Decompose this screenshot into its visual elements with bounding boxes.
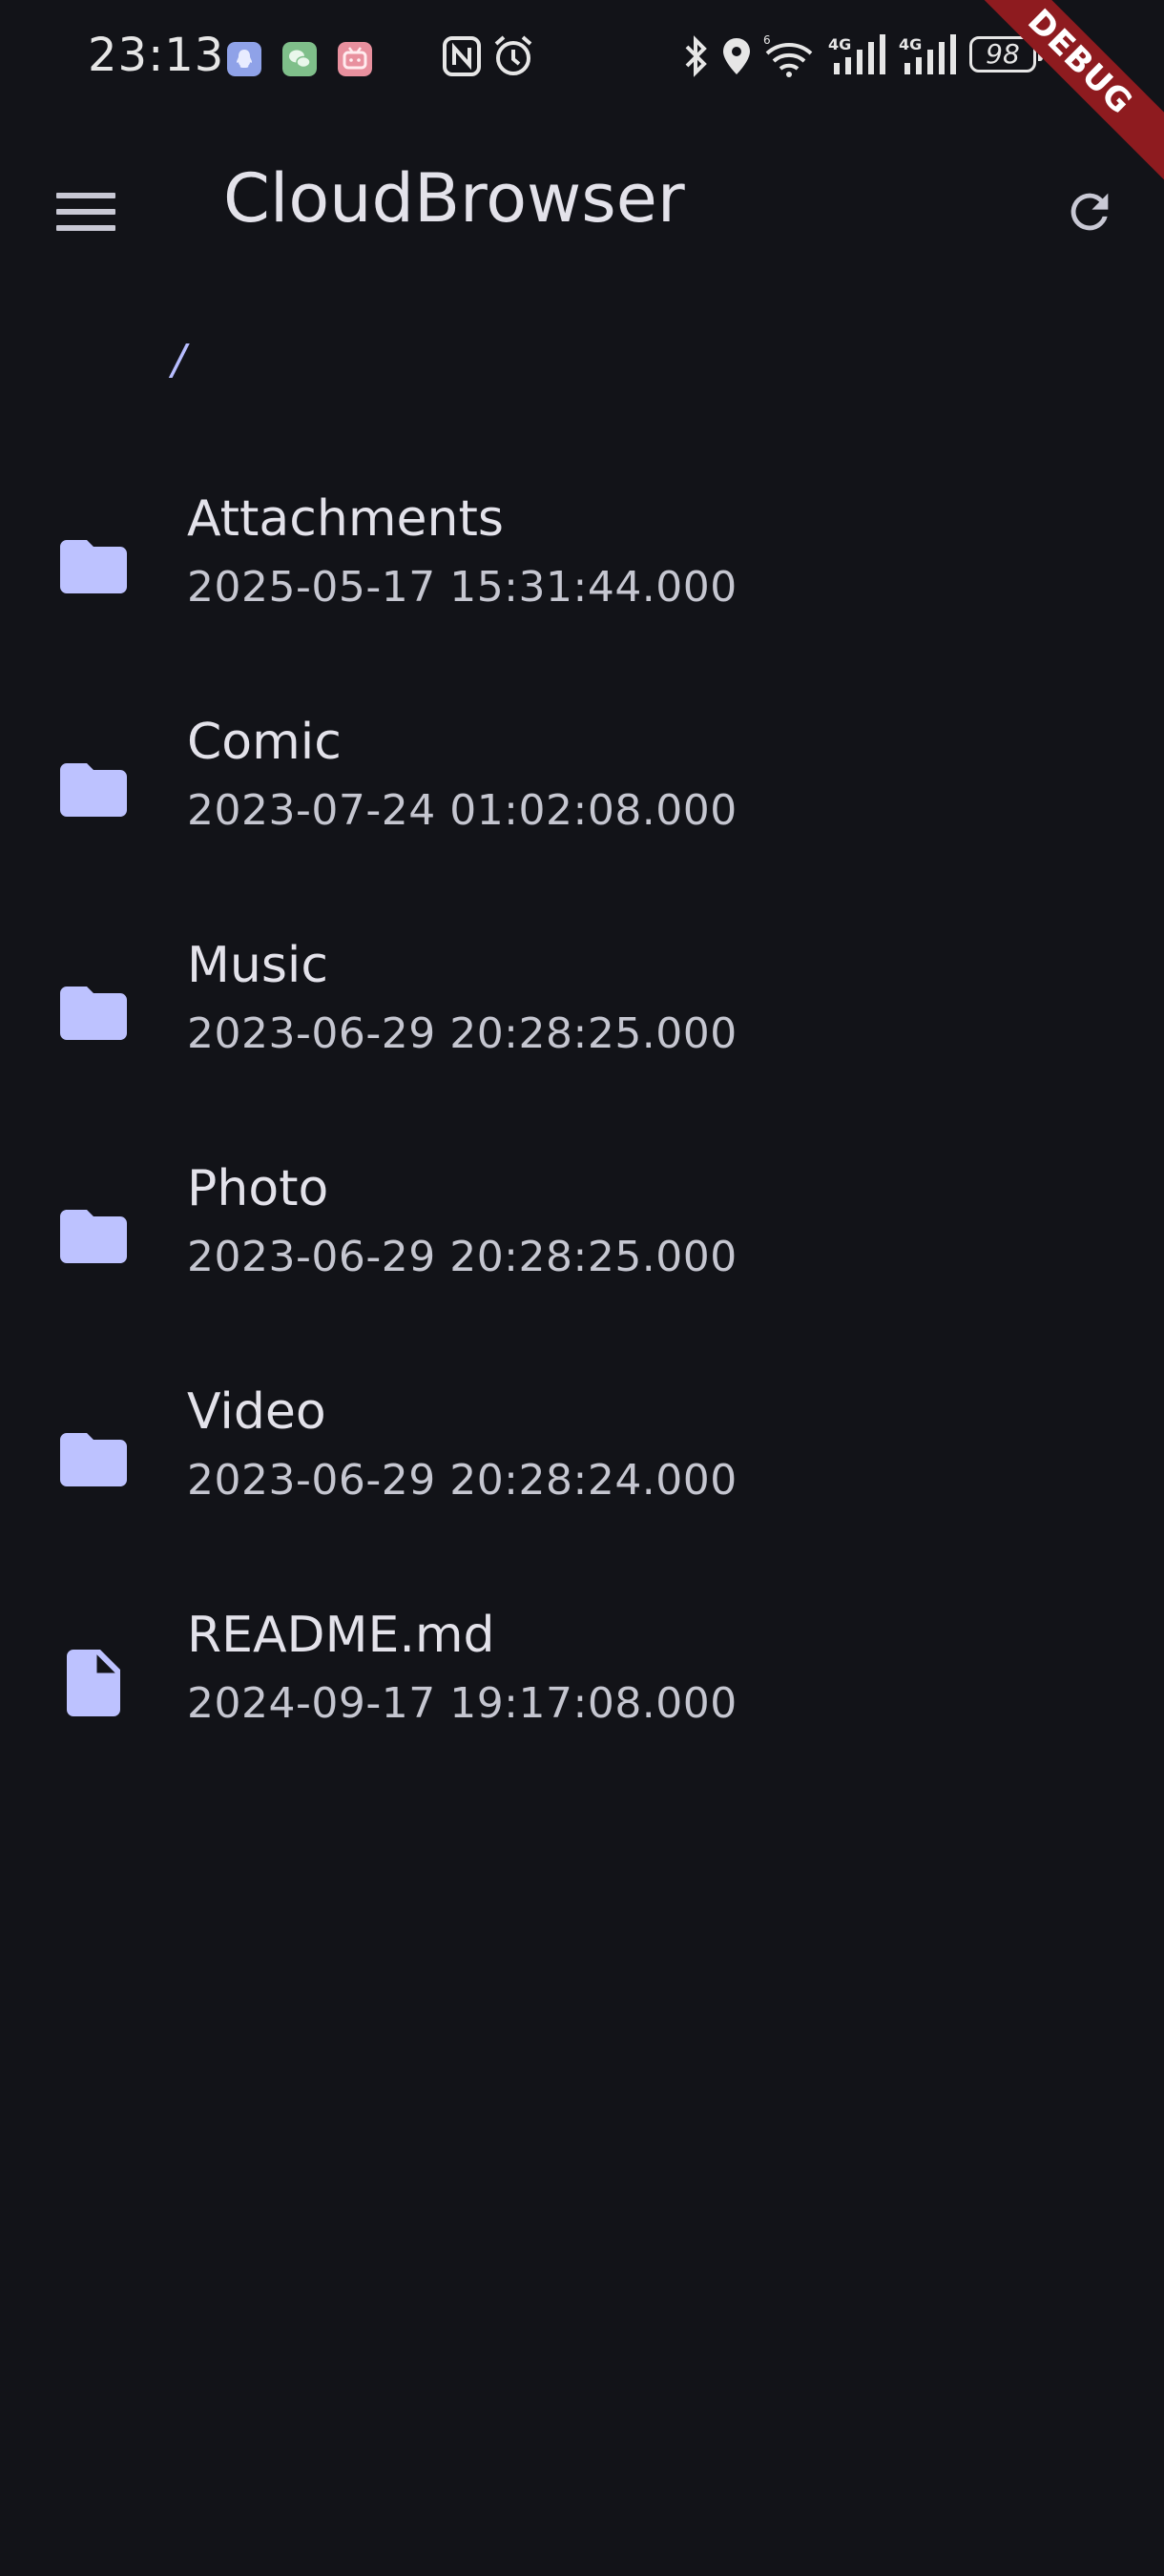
file-modified-date: 2024-09-17 19:17:08.000 <box>187 1679 738 1728</box>
file-modified-date: 2025-05-17 15:31:44.000 <box>187 563 738 612</box>
file-name: Music <box>187 937 328 994</box>
file-name: README.md <box>187 1607 495 1664</box>
file-name: Video <box>187 1383 326 1441</box>
qq-notification-icon <box>227 42 261 76</box>
breadcrumb-path[interactable]: / <box>172 336 186 384</box>
file-modified-date: 2023-07-24 01:02:08.000 <box>187 786 738 835</box>
file-list: Attachments 2025-05-17 15:31:44.000 Comi… <box>0 458 1164 1797</box>
bilibili-notification-icon <box>338 42 372 76</box>
folder-icon <box>60 987 127 1040</box>
status-time: 23:13 <box>88 29 225 82</box>
location-icon <box>723 38 750 74</box>
svg-text:4G: 4G <box>828 35 851 53</box>
file-modified-date: 2023-06-29 20:28:25.000 <box>187 1009 738 1058</box>
folder-icon <box>60 540 127 593</box>
nfc-icon <box>443 36 481 76</box>
wifi-icon: 6 <box>763 33 813 77</box>
file-modified-date: 2023-06-29 20:28:24.000 <box>187 1456 738 1505</box>
folder-icon <box>60 763 127 817</box>
signal-4g-secondary-icon: 4G <box>899 34 956 74</box>
list-item-attachments[interactable]: Attachments 2025-05-17 15:31:44.000 <box>0 458 1164 681</box>
status-bar: 23:13 6 4G 4G 98 <box>0 0 1164 114</box>
bluetooth-icon <box>685 35 707 77</box>
refresh-icon <box>1070 193 1109 231</box>
wechat-notification-icon <box>282 42 317 76</box>
list-item-comic[interactable]: Comic 2023-07-24 01:02:08.000 <box>0 681 1164 904</box>
document-file-icon <box>67 1650 120 1716</box>
file-name: Comic <box>187 714 342 771</box>
file-modified-date: 2023-06-29 20:28:25.000 <box>187 1233 738 1281</box>
app-title: CloudBrowser <box>223 159 685 238</box>
list-item-video[interactable]: Video 2023-06-29 20:28:24.000 <box>0 1351 1164 1574</box>
svg-text:4G: 4G <box>899 35 922 53</box>
list-item-music[interactable]: Music 2023-06-29 20:28:25.000 <box>0 904 1164 1128</box>
list-item-photo[interactable]: Photo 2023-06-29 20:28:25.000 <box>0 1128 1164 1351</box>
app-bar: CloudBrowser <box>0 114 1164 281</box>
refresh-button[interactable] <box>1042 164 1137 260</box>
alarm-icon <box>494 35 532 75</box>
folder-icon <box>60 1433 127 1486</box>
signal-4g-icon: 4G <box>828 34 885 74</box>
hamburger-menu-icon <box>56 193 115 231</box>
folder-icon <box>60 1210 127 1263</box>
svg-text:6: 6 <box>763 33 771 47</box>
file-name: Attachments <box>187 490 504 548</box>
file-name: Photo <box>187 1160 329 1217</box>
list-item-readme[interactable]: README.md 2024-09-17 19:17:08.000 <box>0 1574 1164 1797</box>
menu-button[interactable] <box>38 164 134 260</box>
